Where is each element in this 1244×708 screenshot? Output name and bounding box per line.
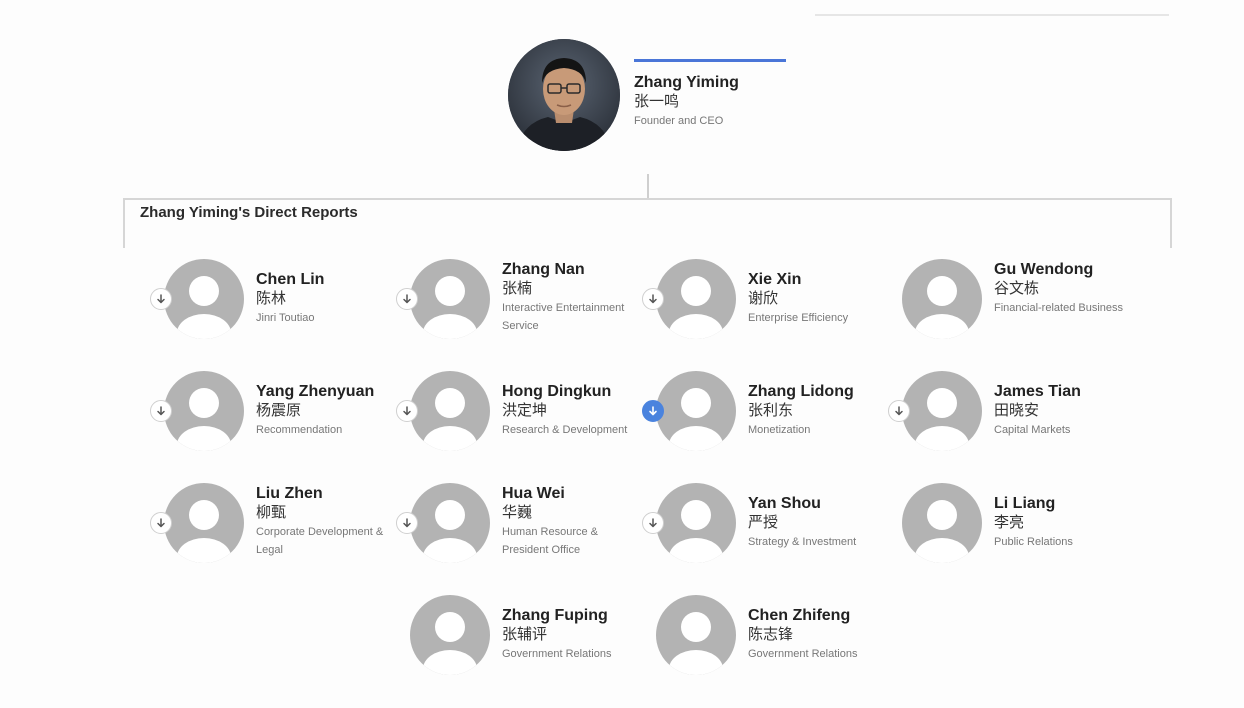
report-card[interactable]: Hong Dingkun 洪定坤 Research & Development <box>396 370 632 454</box>
ceo-photo <box>508 39 620 151</box>
expand-arrow-icon[interactable] <box>642 288 664 310</box>
report-title: Recommendation <box>256 424 343 436</box>
report-card[interactable]: Li Liang 李亮 Public Relations <box>888 482 1124 566</box>
expand-arrow-icon[interactable] <box>150 512 172 534</box>
ceo-name-zh: 张一鸣 <box>634 92 680 110</box>
report-name-zh: 谢欣 <box>748 289 779 307</box>
report-name-en: Hong Dingkun <box>502 383 612 400</box>
report-title: Human Resource & President Office <box>502 526 598 556</box>
report-name-en: Xie Xin <box>748 271 802 288</box>
report-name-zh: 杨震原 <box>256 401 302 419</box>
report-name-zh: 谷文栋 <box>994 279 1040 297</box>
report-card[interactable]: Xie Xin 谢欣 Enterprise Efficiency <box>642 258 878 342</box>
report-card[interactable]: Zhang Lidong 张利东 Monetization <box>642 370 878 454</box>
report-card[interactable]: Zhang Fuping 张辅评 Government Relations <box>396 594 632 678</box>
report-name-zh: 张辅评 <box>502 625 548 643</box>
avatar-placeholder-icon <box>164 371 244 451</box>
expand-arrow-icon[interactable] <box>396 400 418 422</box>
avatar-placeholder-icon <box>164 259 244 339</box>
report-name-zh: 张楠 <box>502 279 533 297</box>
report-title: Government Relations <box>748 648 858 660</box>
report-name-zh: 洪定坤 <box>502 401 548 419</box>
avatar-placeholder-icon <box>164 483 244 563</box>
report-card[interactable]: Yan Shou 严授 Strategy & Investment <box>642 482 878 566</box>
connector-line <box>647 174 649 198</box>
report-name-en: Chen Zhifeng <box>748 607 851 624</box>
report-title: Strategy & Investment <box>748 536 857 548</box>
avatar-placeholder-icon <box>656 259 736 339</box>
report-title: Government Relations <box>502 648 612 660</box>
report-card[interactable]: Liu Zhen 柳甄 Corporate Development & Legal <box>150 482 386 566</box>
report-card[interactable]: Yang Zhenyuan 杨震原 Recommendation <box>150 370 386 454</box>
report-name-en: Chen Lin <box>256 271 325 288</box>
report-name-zh: 华巍 <box>502 503 533 521</box>
avatar-placeholder-icon <box>410 483 490 563</box>
report-name-zh: 李亮 <box>994 513 1025 531</box>
avatar-placeholder-icon <box>410 595 490 675</box>
report-title: Interactive Entertainment Service <box>502 302 625 332</box>
report-title: Monetization <box>748 424 811 436</box>
expand-arrow-icon[interactable] <box>642 512 664 534</box>
report-name-zh: 陈林 <box>256 289 287 307</box>
report-name-en: Zhang Nan <box>502 261 585 278</box>
report-card[interactable]: Gu Wendong 谷文栋 Financial-related Business <box>888 258 1124 342</box>
report-name-en: Zhang Lidong <box>748 383 854 400</box>
report-name-zh: 严授 <box>748 513 779 531</box>
report-title: Corporate Development & Legal <box>256 526 384 556</box>
ceo-card[interactable]: Zhang Yiming 张一鸣 Founder and CEO <box>508 39 808 154</box>
report-name-en: Yan Shou <box>748 495 821 512</box>
report-name-en: Hua Wei <box>502 485 565 502</box>
expand-arrow-icon[interactable] <box>150 400 172 422</box>
top-divider <box>815 14 1169 16</box>
expand-arrow-icon[interactable] <box>888 400 910 422</box>
avatar-placeholder-icon <box>902 259 982 339</box>
avatar-placeholder-icon <box>902 483 982 563</box>
report-card[interactable]: Chen Zhifeng 陈志锋 Government Relations <box>642 594 878 678</box>
report-name-zh: 张利东 <box>748 401 794 419</box>
report-name-en: Zhang Fuping <box>502 607 608 624</box>
report-name-en: Li Liang <box>994 495 1056 512</box>
report-title: Public Relations <box>994 536 1073 548</box>
report-name-en: Gu Wendong <box>994 261 1094 278</box>
report-name-zh: 柳甄 <box>256 503 287 521</box>
avatar-placeholder-icon <box>410 371 490 451</box>
report-name-en: James Tian <box>994 383 1081 400</box>
ceo-title: Founder and CEO <box>634 115 724 127</box>
report-card[interactable]: Hua Wei 华巍 Human Resource & President Offi… <box>396 482 632 566</box>
direct-reports-heading: Zhang Yiming's Direct Reports <box>140 204 358 221</box>
expand-arrow-icon[interactable] <box>396 512 418 534</box>
report-name-en: Yang Zhenyuan <box>256 383 375 400</box>
report-title: Jinri Toutiao <box>256 312 315 324</box>
expand-arrow-icon[interactable] <box>642 400 664 422</box>
report-name-zh: 田晓安 <box>994 401 1040 419</box>
report-card[interactable]: Chen Lin 陈林 Jinri Toutiao <box>150 258 386 342</box>
report-card[interactable]: Zhang Nan 张楠 Interactive Entertainment Ser… <box>396 258 632 342</box>
report-title: Financial-related Business <box>994 302 1124 314</box>
avatar-placeholder-icon <box>656 483 736 563</box>
report-title: Enterprise Efficiency <box>748 312 849 324</box>
ceo-name-en: Zhang Yiming <box>634 74 739 91</box>
avatar-placeholder-icon <box>656 595 736 675</box>
report-name-en: Liu Zhen <box>256 485 323 502</box>
report-title: Research & Development <box>502 424 628 436</box>
report-title: Capital Markets <box>994 424 1071 436</box>
ceo-accent-bar <box>634 59 786 62</box>
expand-arrow-icon[interactable] <box>396 288 418 310</box>
report-name-zh: 陈志锋 <box>748 625 794 643</box>
avatar-placeholder-icon <box>656 371 736 451</box>
report-card[interactable]: James Tian 田晓安 Capital Markets <box>888 370 1124 454</box>
expand-arrow-icon[interactable] <box>150 288 172 310</box>
avatar-placeholder-icon <box>410 259 490 339</box>
avatar-placeholder-icon <box>902 371 982 451</box>
